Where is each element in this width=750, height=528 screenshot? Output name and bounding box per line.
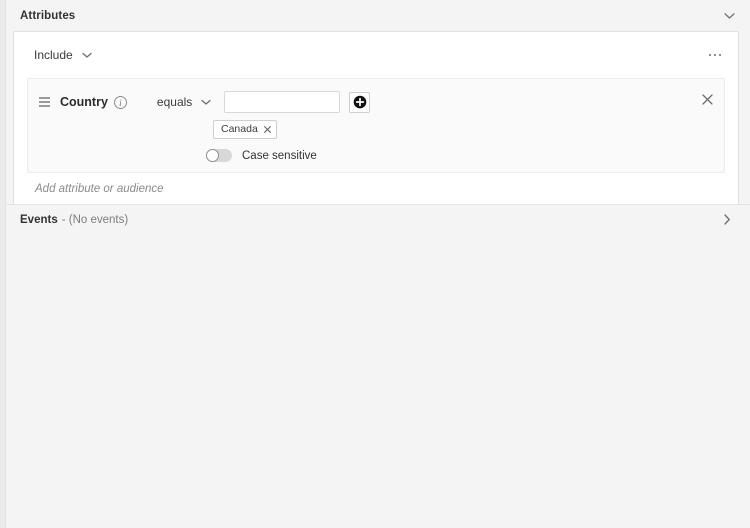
chevron-down-icon [201, 95, 211, 109]
add-circle-icon [353, 95, 367, 109]
drag-handle-icon[interactable] [39, 94, 55, 110]
attributes-title: Attributes [20, 9, 76, 22]
events-section-header[interactable]: Events - (No events) [6, 205, 750, 234]
remove-condition-button[interactable] [699, 91, 715, 107]
include-exclude-select[interactable]: Include [34, 48, 92, 62]
close-icon [701, 93, 713, 105]
selected-values-list: Canada [28, 120, 724, 139]
include-bar: Include [14, 32, 738, 78]
condition-row: Country i equals Canada Case sensitive [27, 78, 725, 173]
include-select-label: Include [34, 48, 73, 62]
add-attribute-row[interactable]: Add attribute or audience [14, 173, 738, 204]
empty-canvas-area [6, 233, 750, 528]
attributes-card: Include Country i equals Canada Case sen… [13, 31, 739, 205]
kebab-dot [713, 53, 717, 57]
case-sensitive-toggle[interactable] [206, 148, 232, 162]
operator-label: equals [156, 95, 193, 109]
toggle-knob [206, 148, 219, 162]
info-icon[interactable]: i [113, 95, 127, 109]
kebab-dot [708, 53, 712, 57]
drag-handle-bar [39, 101, 50, 103]
chevron-down-icon[interactable] [720, 7, 738, 25]
attributes-section-header: Attributes [6, 0, 750, 31]
case-sensitive-row: Case sensitive [28, 148, 724, 162]
operator-select[interactable]: equals [157, 95, 211, 109]
events-section: Events - (No events) [6, 204, 750, 234]
value-input[interactable] [224, 91, 341, 113]
condition-main-line: Country i equals [28, 87, 724, 117]
events-summary: - (No events) [61, 213, 129, 226]
close-icon[interactable] [263, 125, 271, 135]
attribute-name: Country [60, 95, 108, 109]
add-attribute-placeholder: Add attribute or audience [35, 182, 164, 195]
events-title: Events [20, 213, 58, 226]
case-sensitive-label: Case sensitive [242, 149, 317, 162]
kebab-dot [718, 53, 722, 57]
drag-handle-bar [39, 97, 50, 99]
value-token[interactable]: Canada [213, 120, 277, 139]
kebab-menu-icon[interactable] [704, 44, 726, 66]
attributes-section: Attributes Include Country i equals Cana… [6, 0, 750, 205]
drag-handle-bar [39, 105, 50, 107]
chevron-down-icon [82, 48, 92, 62]
add-value-button[interactable] [349, 91, 371, 113]
value-token-label: Canada [221, 123, 258, 135]
chevron-right-icon[interactable] [718, 211, 736, 229]
